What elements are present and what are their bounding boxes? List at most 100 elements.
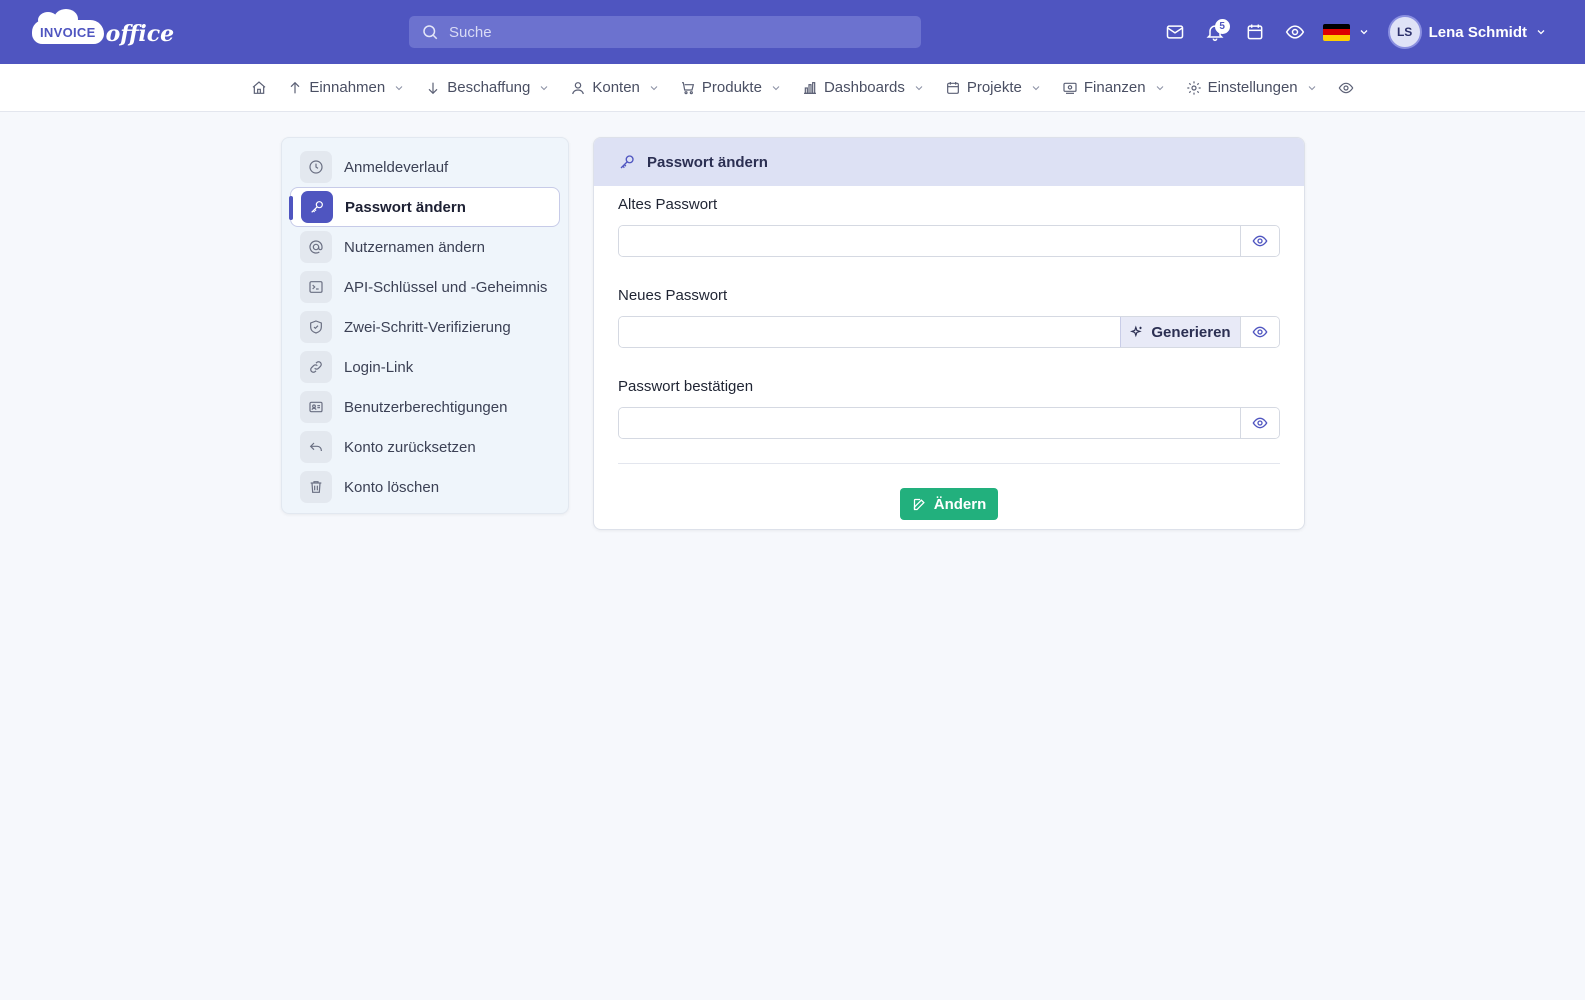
nav-produkte[interactable]: Produkte (670, 64, 792, 112)
nav-label: Beschaffung (447, 79, 531, 96)
gear-icon (1186, 80, 1201, 95)
toggle-confirm-password-button[interactable] (1240, 408, 1279, 438)
chevron-down-icon (650, 85, 658, 90)
key-icon (311, 201, 323, 213)
chevron-down-icon (540, 85, 548, 90)
toggle-new-password-button[interactable] (1240, 317, 1279, 347)
clock-icon (309, 160, 323, 174)
old-password-group (618, 225, 1280, 257)
generate-password-button[interactable]: Generieren (1120, 317, 1240, 347)
nav-preview[interactable] (1328, 64, 1364, 112)
nav-home[interactable] (241, 64, 277, 112)
nav-projekte[interactable]: Projekte (935, 64, 1052, 112)
logo-text-office: office (105, 21, 175, 47)
eye-icon (1252, 235, 1268, 247)
link-icon (310, 361, 322, 373)
main-nav: Einnahmen Beschaffung Konten Produkte Da… (0, 64, 1585, 112)
calendar-icon (946, 81, 959, 94)
panel-body: Altes Passwort Neues Passwort Generieren… (594, 186, 1304, 520)
settings-sidebar: Anmeldeverlauf Passwort ändern Nutzernam… (281, 137, 569, 514)
sidebar-item-label: Nutzernamen ändern (344, 238, 485, 256)
actions: Ändern (618, 488, 1280, 520)
invoiceoffice-logo[interactable]: INVOICE office (32, 9, 175, 50)
change-password-panel: Passwort ändern Altes Passwort Neues Pas… (593, 137, 1305, 530)
chevron-down-icon (1156, 85, 1163, 90)
sidebar-item-benutzerberechtigungen[interactable]: Benutzerberechtigungen (290, 387, 560, 427)
search-input[interactable] (449, 23, 889, 41)
calendar-button[interactable] (1235, 12, 1275, 52)
icon-box (300, 231, 332, 263)
id-card-icon (309, 401, 323, 413)
new-password-label: Neues Passwort (618, 287, 728, 304)
sidebar-item-zwei-schritt[interactable]: Zwei-Schritt-Verifizierung (290, 307, 560, 347)
nav-label: Einstellungen (1207, 79, 1298, 96)
language-selector[interactable] (1322, 23, 1370, 41)
top-bar: INVOICE office 5 LS Len (0, 0, 1585, 64)
sidebar-item-api-schluessel[interactable]: API-Schlüssel und -Geheimnis (290, 267, 560, 307)
nav-dashboards[interactable]: Dashboards (792, 64, 935, 112)
search-box[interactable] (409, 16, 921, 48)
change-password-button[interactable]: Ändern (899, 488, 999, 520)
nav-finanzen[interactable]: Finanzen (1052, 64, 1176, 112)
chevron-down-icon (915, 85, 923, 90)
sidebar-item-nutzernamen-aendern[interactable]: Nutzernamen ändern (290, 227, 560, 267)
eye-icon (1252, 326, 1268, 338)
sidebar-item-konto-zuruecksetzen[interactable]: Konto zurücksetzen (290, 427, 560, 467)
preview-button[interactable] (1275, 12, 1315, 52)
sidebar-item-login-link[interactable]: Login-Link (290, 347, 560, 387)
nav-label: Finanzen (1083, 79, 1146, 96)
sparkles-icon (1130, 325, 1143, 338)
german-flag-icon (1322, 23, 1350, 41)
arrow-down-icon (428, 82, 438, 94)
sidebar-item-label: API-Schlüssel und -Geheimnis (344, 278, 548, 296)
user-menu[interactable]: LS Lena Schmidt (1387, 15, 1547, 49)
nav-einstellungen[interactable]: Einstellungen (1176, 64, 1328, 112)
sidebar-item-konto-loeschen[interactable]: Konto löschen (290, 467, 560, 507)
home-icon (252, 80, 266, 94)
chevron-down-icon (1360, 30, 1368, 35)
icon-box (300, 391, 332, 423)
panel-header: Passwort ändern (594, 138, 1304, 186)
money-icon (1063, 82, 1077, 94)
at-icon (309, 240, 323, 254)
sidebar-item-label: Passwort ändern (345, 198, 466, 216)
cart-icon (681, 81, 694, 94)
nav-beschaffung[interactable]: Beschaffung (415, 64, 560, 112)
sidebar-item-label: Zwei-Schritt-Verifizierung (344, 318, 511, 336)
icon-box (300, 151, 332, 183)
toggle-old-password-button[interactable] (1240, 226, 1279, 256)
divider (618, 463, 1280, 464)
main-content: Anmeldeverlauf Passwort ändern Nutzernam… (0, 112, 1585, 530)
notifications-button[interactable]: 5 (1195, 12, 1235, 52)
sidebar-item-passwort-aendern[interactable]: Passwort ändern (289, 187, 560, 227)
sidebar-item-anmeldeverlauf[interactable]: Anmeldeverlauf (290, 147, 560, 187)
confirm-password-label: Passwort bestätigen (618, 378, 754, 395)
nav-einnahmen[interactable]: Einnahmen (277, 64, 415, 112)
notification-count-badge: 5 (1214, 19, 1230, 34)
sidebar-item-label: Benutzerberechtigungen (344, 398, 508, 416)
nav-label: Einnahmen (309, 79, 386, 96)
sidebar-item-label: Anmeldeverlauf (344, 158, 449, 176)
search-icon (423, 25, 438, 40)
confirm-password-input[interactable] (619, 408, 1240, 438)
trash-icon (310, 481, 322, 493)
nav-label: Produkte (701, 79, 762, 96)
sidebar-item-label: Konto löschen (344, 478, 440, 496)
logo-text-invoice: INVOICE (40, 25, 96, 40)
user-name: Lena Schmidt (1428, 23, 1527, 41)
top-actions: 5 LS Lena Schmidt (1155, 0, 1585, 64)
bar-chart-icon (803, 81, 816, 94)
old-password-input[interactable] (619, 226, 1240, 256)
logo-cloud: INVOICE (32, 9, 104, 44)
chevron-down-icon (772, 85, 780, 90)
chevron-down-icon (1537, 30, 1545, 35)
undo-icon (309, 442, 322, 451)
mail-button[interactable] (1155, 12, 1195, 52)
avatar: LS (1387, 15, 1422, 49)
chevron-down-icon (395, 85, 403, 90)
nav-konten[interactable]: Konten (560, 64, 670, 112)
eye-icon (1252, 417, 1268, 429)
new-password-input[interactable] (619, 317, 1120, 347)
sidebar-item-label: Konto zurücksetzen (344, 438, 476, 456)
generate-label: Generieren (1151, 323, 1231, 341)
